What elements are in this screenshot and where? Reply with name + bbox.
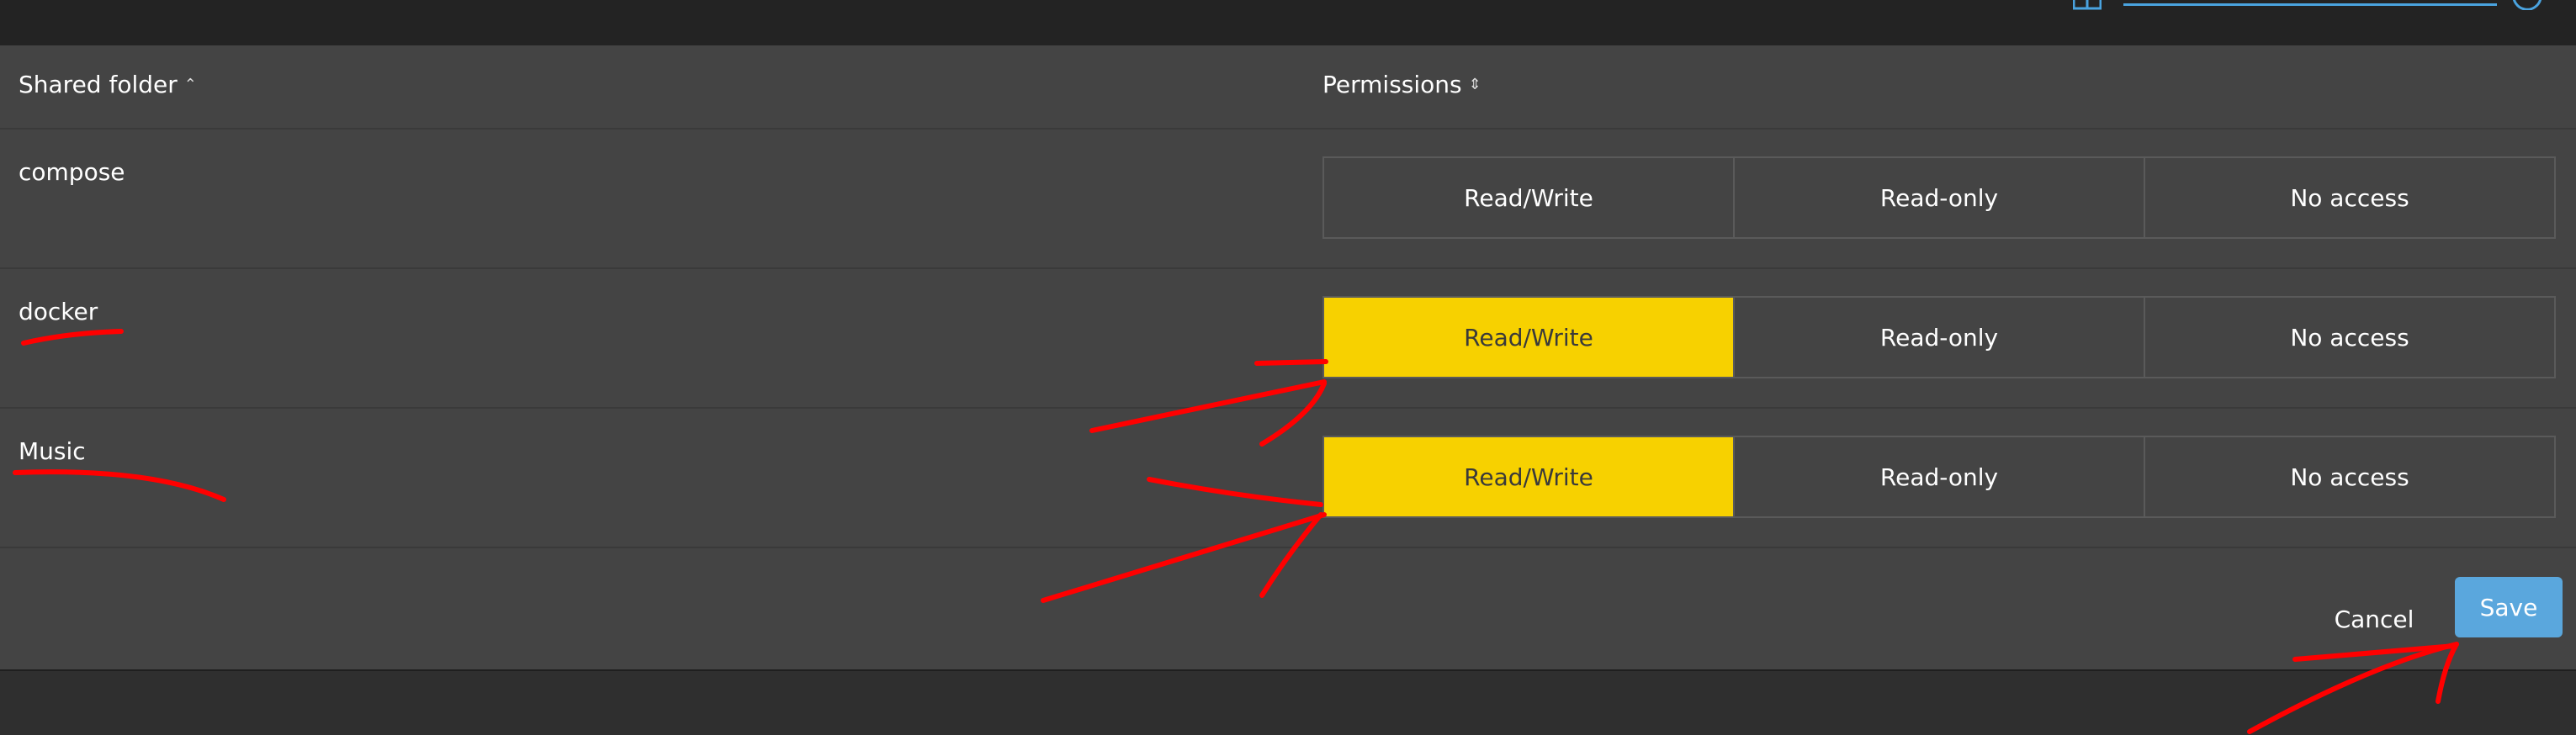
column-header-permissions[interactable]: Permissions ⇕ bbox=[1322, 71, 1481, 98]
page: Shared folder ⌃ Permissions ⇕ compose Rea… bbox=[0, 0, 2576, 735]
column-header-shared-folder[interactable]: Shared folder ⌃ bbox=[19, 71, 197, 98]
bottom-bar bbox=[0, 669, 2576, 735]
table-row: Music Read/Write Read-only No access bbox=[0, 409, 2576, 548]
permission-option-read-only[interactable]: Read-only bbox=[1735, 298, 2145, 377]
search-input-underline[interactable] bbox=[2123, 3, 2497, 6]
column-header-label: Permissions bbox=[1322, 71, 1462, 98]
permission-option-read-write[interactable]: Read/Write bbox=[1324, 298, 1735, 377]
permission-option-no-access[interactable]: No access bbox=[2145, 158, 2554, 237]
dialog-footer: Cancel Save bbox=[0, 545, 2576, 669]
permission-selector: Read/Write Read-only No access bbox=[1322, 436, 2556, 518]
sort-updown-icon: ⇕ bbox=[1468, 76, 1481, 93]
permission-option-read-only[interactable]: Read-only bbox=[1735, 437, 2145, 516]
permission-option-read-only[interactable]: Read-only bbox=[1735, 158, 2145, 237]
cancel-button[interactable]: Cancel bbox=[2315, 595, 2433, 642]
permission-option-no-access[interactable]: No access bbox=[2145, 298, 2554, 377]
folder-name: compose bbox=[19, 158, 125, 186]
permission-selector: Read/Write Read-only No access bbox=[1322, 156, 2556, 239]
top-bar bbox=[0, 0, 2576, 45]
shared-folder-permissions-panel: Shared folder ⌃ Permissions ⇕ compose Rea… bbox=[0, 45, 2576, 669]
chevron-up-icon: ⌃ bbox=[183, 76, 197, 93]
permission-option-no-access[interactable]: No access bbox=[2145, 437, 2554, 516]
table-header: Shared folder ⌃ Permissions ⇕ bbox=[0, 45, 2576, 130]
save-button[interactable]: Save bbox=[2455, 577, 2563, 637]
folder-name: docker bbox=[19, 298, 98, 325]
folder-name: Music bbox=[19, 437, 86, 465]
refresh-icon[interactable] bbox=[2510, 0, 2544, 10]
permission-option-read-write[interactable]: Read/Write bbox=[1324, 158, 1735, 237]
column-header-label: Shared folder bbox=[19, 71, 178, 98]
box-icon[interactable] bbox=[2073, 0, 2102, 10]
permission-option-read-write[interactable]: Read/Write bbox=[1324, 437, 1735, 516]
table-row: compose Read/Write Read-only No access bbox=[0, 130, 2576, 269]
permission-selector: Read/Write Read-only No access bbox=[1322, 296, 2556, 378]
table-row: docker Read/Write Read-only No access bbox=[0, 269, 2576, 409]
